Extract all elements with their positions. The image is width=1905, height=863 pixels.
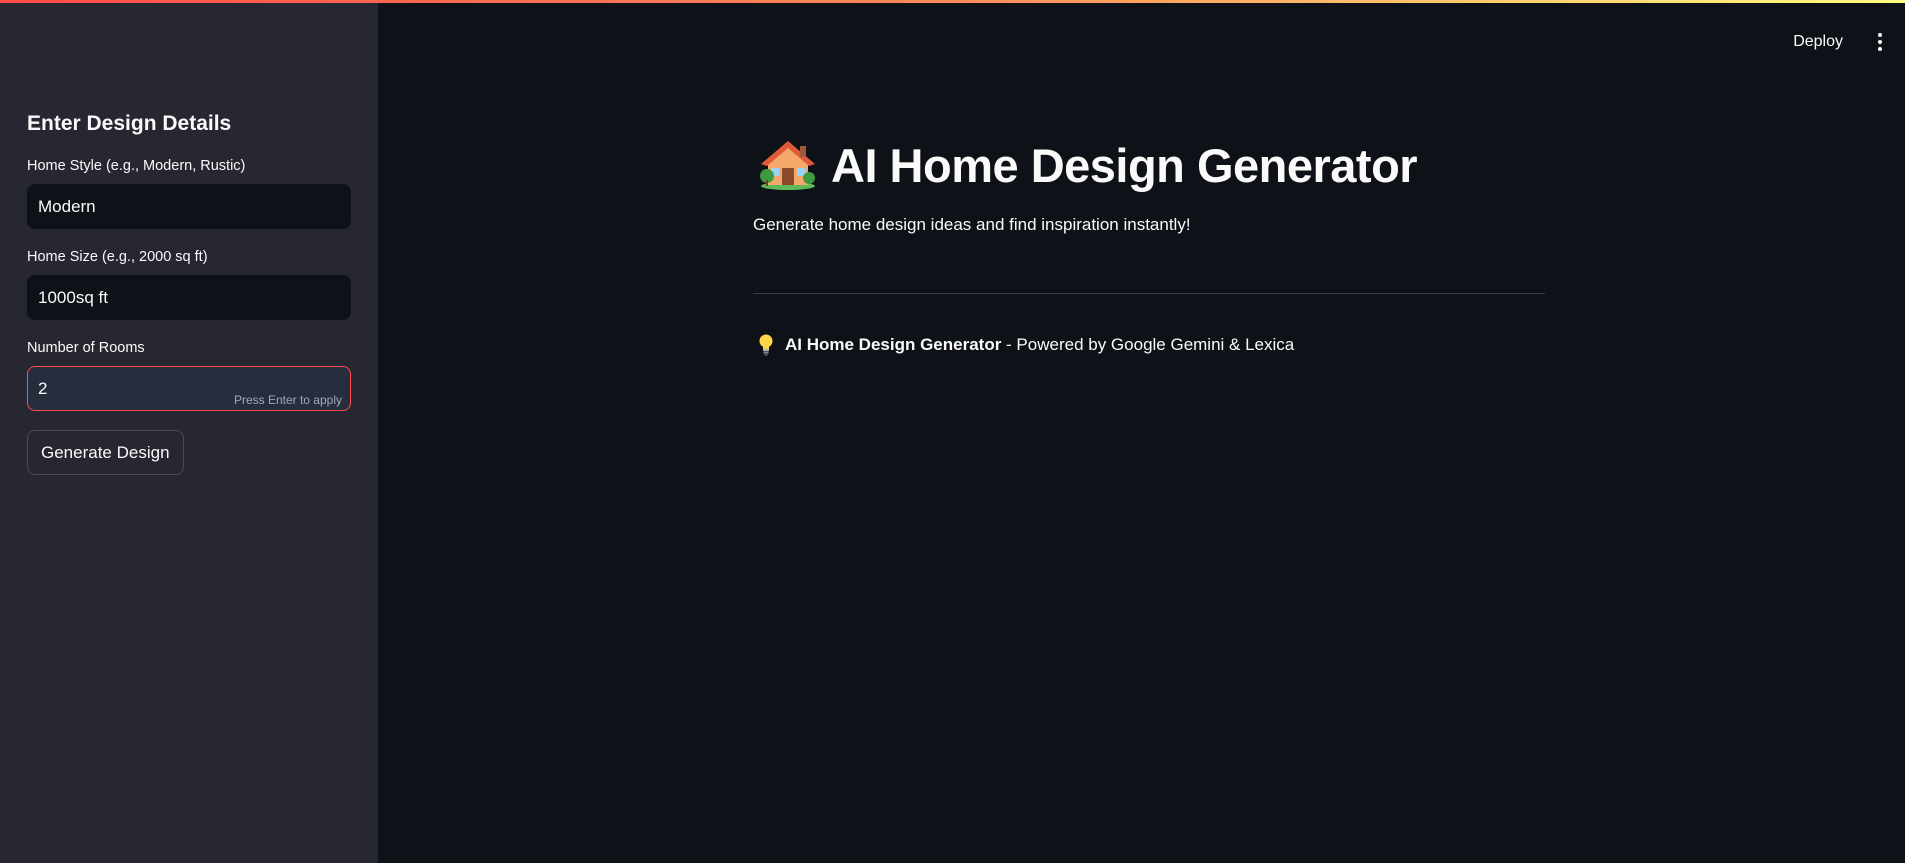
press-enter-hint: Press Enter to apply [233, 393, 342, 407]
home-size-label: Home Size (e.g., 2000 sq ft) [27, 249, 208, 265]
page-title: AI Home Design Generator [831, 138, 1418, 192]
footer-caption: AI Home Design Generator - Powered by Go… [753, 333, 1545, 357]
header-toolbar: Deploy [1793, 28, 1905, 56]
rooms-label: Number of Rooms [27, 340, 145, 356]
light-bulb-icon [759, 334, 773, 356]
house-with-garden-icon [760, 141, 815, 190]
kebab-dot [1878, 40, 1882, 44]
generate-design-button[interactable]: Generate Design [27, 430, 184, 475]
home-style-input-wrapper [27, 184, 351, 229]
home-size-field: Home Size (e.g., 2000 sq ft) [27, 247, 351, 320]
rooms-field: Number of Rooms Press Enter to apply [27, 338, 351, 411]
page-subtitle: Generate home design ideas and find insp… [753, 215, 1191, 234]
footer-app-name: AI Home Design Generator [785, 335, 1002, 354]
sidebar-content: Enter Design Details Home Style (e.g., M… [27, 110, 351, 475]
divider [753, 293, 1545, 294]
sidebar: Enter Design Details Home Style (e.g., M… [0, 0, 378, 863]
page-title-row: AI Home Design Generator [753, 134, 1545, 196]
sidebar-title: Enter Design Details [27, 112, 232, 135]
home-style-label: Home Style (e.g., Modern, Rustic) [27, 158, 246, 174]
top-decoration-bar [0, 0, 1905, 3]
home-size-input-wrapper [27, 275, 351, 320]
kebab-dot [1878, 47, 1882, 51]
rooms-input-wrapper: Press Enter to apply [27, 366, 351, 411]
home-style-field: Home Style (e.g., Modern, Rustic) [27, 156, 351, 229]
app-container: Enter Design Details Home Style (e.g., M… [0, 0, 1905, 863]
kebab-dot [1878, 33, 1882, 37]
main-content: Deploy AI Home Design Generator Generate… [378, 0, 1905, 863]
home-style-input[interactable] [28, 185, 350, 228]
deploy-button[interactable]: Deploy [1793, 33, 1843, 51]
footer-powered-by: - Powered by Google Gemini & Lexica [1001, 335, 1295, 354]
home-size-input[interactable] [28, 276, 350, 319]
kebab-menu-icon[interactable] [1870, 28, 1890, 56]
